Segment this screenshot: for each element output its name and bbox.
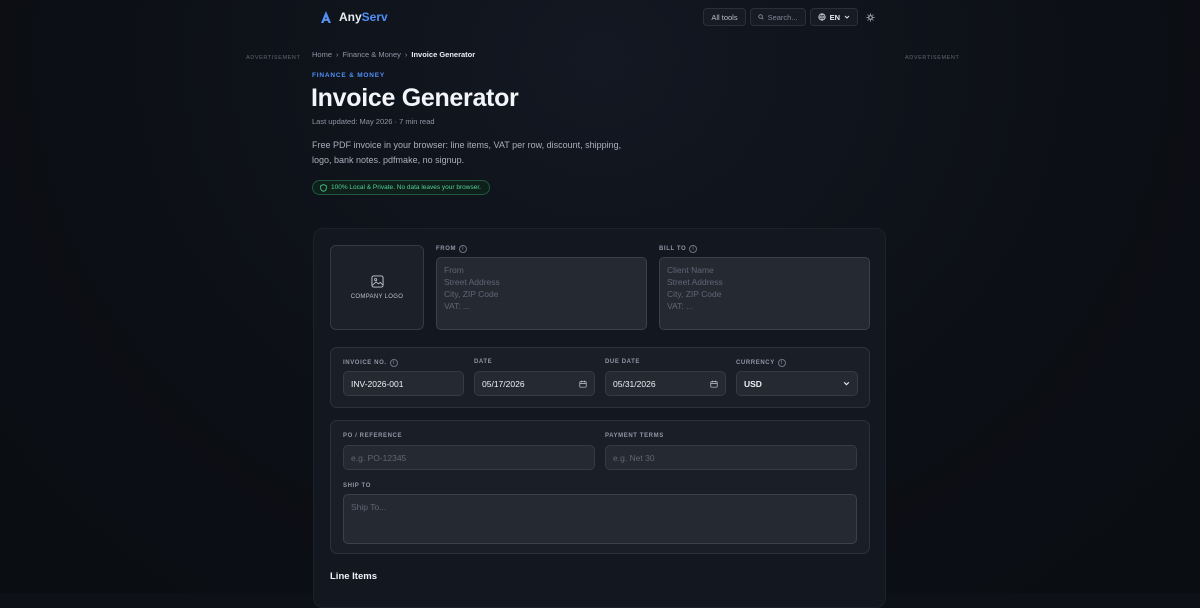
chevron-down-icon	[843, 381, 850, 386]
globe-icon	[817, 13, 826, 21]
breadcrumb-category[interactable]: Finance & Money	[343, 50, 401, 59]
brand-name-serv: Serv	[361, 10, 388, 24]
search-placeholder: Search...	[767, 12, 798, 22]
currency-select[interactable]: USD	[736, 371, 858, 396]
currency-label-text: CURRENCY	[736, 360, 775, 366]
chevron-down-icon	[844, 15, 850, 19]
image-icon	[370, 275, 384, 288]
page-title: Invoice Generator	[311, 84, 519, 112]
invoice-no-label: INVOICE NO. i	[343, 359, 398, 367]
info-icon[interactable]: i	[689, 245, 698, 253]
ship-to-textarea[interactable]: Ship To...	[343, 494, 857, 544]
date-label: DATE	[474, 359, 492, 365]
payment-terms-input[interactable]: e.g. Net 30	[605, 445, 857, 470]
bill-to-label: BILL TO i	[659, 245, 698, 253]
company-logo-upload[interactable]: COMPANY LOGO	[330, 245, 424, 330]
bill-to-label-text: BILL TO	[659, 246, 687, 252]
breadcrumb-separator: ›	[336, 50, 339, 59]
reference-panel: PO / REFERENCE e.g. PO-12345 PAYMENT TER…	[330, 420, 870, 554]
company-logo-label: COMPANY LOGO	[350, 294, 404, 300]
from-label-text: FROM	[436, 246, 457, 252]
search-icon	[757, 14, 764, 20]
category-kicker: FINANCE & MONEY	[312, 72, 386, 79]
date-input[interactable]: 05/17/2026	[474, 371, 595, 396]
currency-value: USD	[744, 378, 762, 389]
po-reference-label: PO / REFERENCE	[343, 433, 402, 439]
theme-toggle[interactable]	[862, 9, 878, 25]
invoice-no-value: INV-2026-001	[351, 378, 404, 389]
invoice-form-card: COMPANY LOGO FROM i From Street Address …	[313, 228, 886, 608]
privacy-text: 100% Local & Private. No data leaves you…	[331, 184, 481, 191]
language-label: EN	[829, 12, 840, 22]
last-updated: Last updated: May 2026 · 7 min read	[312, 117, 435, 126]
bill-to-textarea[interactable]: Client Name Street Address City, ZIP Cod…	[659, 257, 870, 330]
top-header: AnyServ All tools Search... EN	[0, 0, 1200, 34]
ship-to-label-text: SHIP TO	[343, 483, 371, 489]
shield-icon	[320, 183, 327, 192]
invoice-meta-panel: INVOICE NO. i INV-2026-001 DATE 05/17/20…	[330, 347, 870, 408]
date-value: 05/17/2026	[482, 378, 525, 389]
advertisement-label-left: ADVERTISEMENT	[246, 55, 301, 61]
language-selector[interactable]: EN	[809, 8, 858, 26]
due-date-input[interactable]: 05/31/2026	[605, 371, 726, 396]
due-date-value: 05/31/2026	[613, 378, 656, 389]
invoice-no-input[interactable]: INV-2026-001	[343, 371, 464, 396]
search-button[interactable]: Search...	[749, 8, 806, 26]
date-label-text: DATE	[474, 359, 493, 365]
brand-mark-icon	[321, 11, 331, 23]
from-textarea[interactable]: From Street Address City, ZIP Code VAT: …	[436, 257, 647, 330]
line-items-heading: Line Items	[330, 571, 377, 582]
payment-terms-label: PAYMENT TERMS	[605, 433, 664, 439]
po-reference-input[interactable]: e.g. PO-12345	[343, 445, 595, 470]
due-date-label-text: DUE DATE	[605, 359, 641, 365]
info-icon[interactable]: i	[389, 359, 398, 367]
advertisement-label-right: ADVERTISEMENT	[905, 55, 960, 61]
all-tools-label: All tools	[711, 12, 738, 22]
payment-terms-placeholder: e.g. Net 30	[613, 452, 655, 463]
sun-icon	[865, 12, 875, 22]
breadcrumb-separator: ›	[404, 50, 408, 59]
calendar-icon[interactable]	[579, 380, 587, 388]
from-label: FROM i	[436, 245, 468, 253]
brand-name-any: Any	[339, 10, 362, 24]
privacy-badge: 100% Local & Private. No data leaves you…	[312, 180, 490, 195]
po-reference-label-text: PO / REFERENCE	[343, 433, 403, 439]
po-reference-placeholder: e.g. PO-12345	[351, 452, 407, 463]
due-date-label: DUE DATE	[605, 359, 640, 365]
info-icon[interactable]: i	[459, 245, 468, 253]
info-icon[interactable]: i	[777, 359, 786, 367]
breadcrumb-current: Invoice Generator	[411, 50, 476, 59]
payment-terms-label-text: PAYMENT TERMS	[605, 433, 664, 439]
currency-label: CURRENCY i	[736, 359, 786, 367]
calendar-icon[interactable]	[710, 380, 718, 388]
invoice-no-label-text: INVOICE NO.	[343, 360, 387, 366]
all-tools-button[interactable]: All tools	[703, 8, 746, 26]
brand-logo[interactable]: AnyServ	[318, 9, 388, 25]
breadcrumb-home[interactable]: Home	[312, 50, 332, 59]
page-intro: Free PDF invoice in your browser: line i…	[312, 140, 622, 165]
ship-to-label: SHIP TO	[343, 483, 371, 489]
breadcrumb: Home › Finance & Money › Invoice Generat…	[312, 50, 475, 59]
